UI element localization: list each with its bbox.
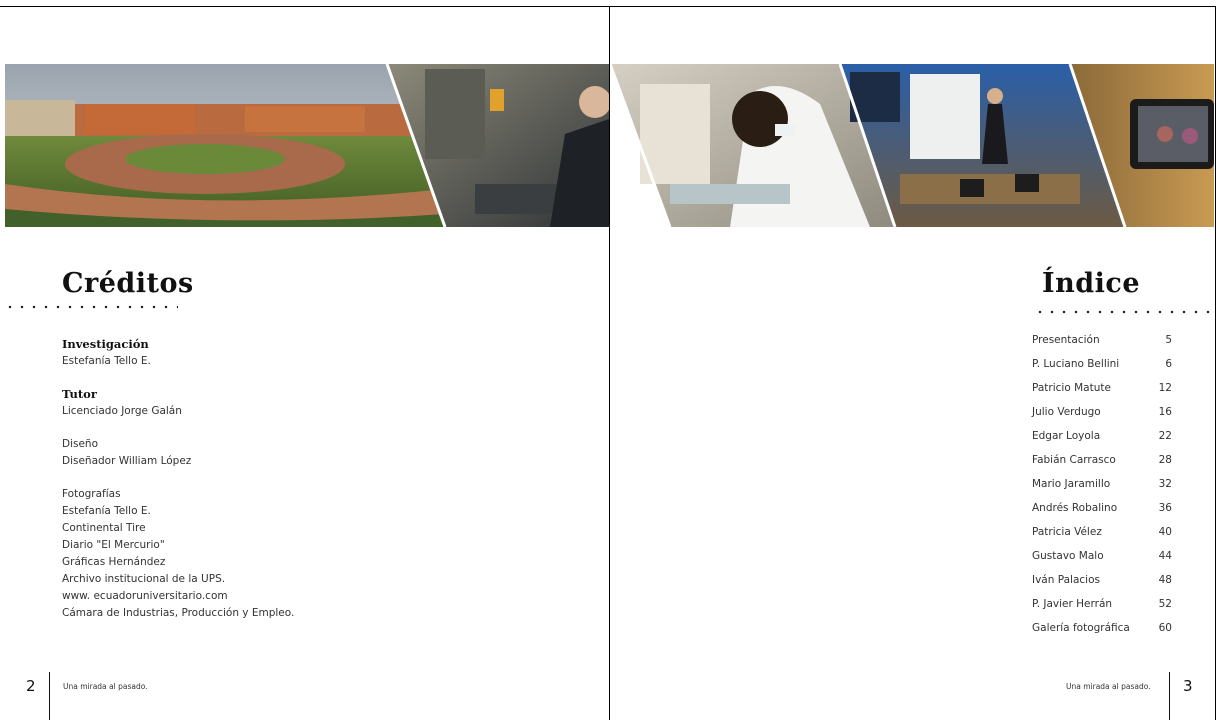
toc-entry-page: 16: [1158, 406, 1172, 418]
credit-title: Diseño: [62, 438, 99, 450]
index-dotted-divider: [1034, 310, 1210, 314]
credit-line: Diseñador William López: [62, 455, 192, 467]
credit-block-tutor: Tutor Licenciado Jorge Galán: [62, 386, 482, 420]
toc-entry-label: P. Javier Herrán: [1032, 598, 1113, 610]
toc-entry-page: 44: [1158, 550, 1172, 562]
toc-entry[interactable]: Fabián Carrasco 28: [1032, 452, 1172, 476]
table-of-contents: Presentación 5 P. Luciano Bellini 6 Patric…: [1032, 332, 1172, 644]
toc-entry-label: Fabián Carrasco: [1032, 454, 1116, 466]
page-number-right: 3: [1183, 677, 1193, 695]
footer-rule-left: [49, 672, 50, 720]
right-photo-banner: [610, 64, 1214, 227]
toc-entry-label: Patricia Vélez: [1032, 526, 1102, 538]
credit-block-photos: Fotografías Estefanía Tello E. Continent…: [62, 486, 482, 622]
book-spread: Créditos Investigación Estefanía Tello E…: [0, 0, 1216, 720]
credit-line: Continental Tire: [62, 522, 146, 534]
toc-entry-page: 5: [1165, 334, 1172, 346]
toc-entry[interactable]: Edgar Loyola 22: [1032, 428, 1172, 452]
credits-dotted-divider: [4, 305, 178, 309]
credit-title: Fotografías: [62, 488, 121, 500]
credits-list: Investigación Estefanía Tello E. Tutor L…: [62, 336, 482, 638]
toc-entry-page: 12: [1158, 382, 1172, 394]
left-photo-banner: [5, 64, 609, 227]
toc-entry-page: 60: [1158, 622, 1172, 634]
toc-entry[interactable]: Patricio Matute 12: [1032, 380, 1172, 404]
toc-entry-page: 36: [1158, 502, 1172, 514]
credit-title: Investigación: [62, 337, 149, 351]
footer-rule-right: [1169, 672, 1170, 720]
toc-entry-label: Presentación: [1032, 334, 1100, 346]
toc-entry[interactable]: P. Luciano Bellini 6: [1032, 356, 1172, 380]
credit-block-research: Investigación Estefanía Tello E.: [62, 336, 482, 370]
credit-line: Licenciado Jorge Galán: [62, 405, 182, 417]
toc-entry-page: 28: [1158, 454, 1172, 466]
toc-entry-page: 22: [1158, 430, 1172, 442]
toc-entry[interactable]: Presentación 5: [1032, 332, 1172, 356]
credits-heading: Créditos: [62, 268, 194, 299]
toc-entry[interactable]: Julio Verdugo 16: [1032, 404, 1172, 428]
toc-entry-label: Patricio Matute: [1032, 382, 1111, 394]
toc-entry-label: Gustavo Malo: [1032, 550, 1104, 562]
toc-entry-page: 40: [1158, 526, 1172, 538]
credit-line: Diario "El Mercurio": [62, 539, 165, 551]
credit-block-design: Diseño Diseñador William López: [62, 436, 482, 470]
page-number-left: 2: [26, 677, 36, 695]
toc-entry[interactable]: Patricia Vélez 40: [1032, 524, 1172, 548]
toc-entry[interactable]: Iván Palacios 48: [1032, 572, 1172, 596]
campus-panorama-photo: [5, 64, 445, 227]
toc-entry-page: 6: [1165, 358, 1172, 370]
toc-entry[interactable]: Andrés Robalino 36: [1032, 500, 1172, 524]
toc-entry-page: 48: [1158, 574, 1172, 586]
toc-entry-label: P. Luciano Bellini: [1032, 358, 1120, 370]
toc-entry-label: Julio Verdugo: [1032, 406, 1101, 418]
toc-entry-page: 52: [1158, 598, 1172, 610]
left-page: Créditos Investigación Estefanía Tello E…: [0, 0, 609, 720]
toc-entry-label: Mario Jaramillo: [1032, 478, 1111, 490]
credit-line: Estefanía Tello E.: [62, 355, 151, 367]
toc-entry-page: 32: [1158, 478, 1172, 490]
toc-entry-label: Iván Palacios: [1032, 574, 1100, 586]
credit-line: Estefanía Tello E.: [62, 505, 151, 517]
footer-text-left: Una mirada al pasado.: [63, 682, 148, 691]
credit-line: Archivo institucional de la UPS.: [62, 573, 226, 585]
toc-entry[interactable]: Gustavo Malo 44: [1032, 548, 1172, 572]
credit-line: Cámara de Industrias, Producción y Emple…: [62, 607, 295, 619]
credit-line: www. ecuadoruniversitario.com: [62, 590, 228, 602]
toc-entry[interactable]: Mario Jaramillo 32: [1032, 476, 1172, 500]
toc-entry[interactable]: Galería fotográfica 60: [1032, 620, 1172, 644]
index-heading: Índice: [1042, 268, 1141, 299]
footer-text-right: Una mirada al pasado.: [1066, 682, 1151, 691]
toc-entry-label: Galería fotográfica: [1032, 622, 1130, 634]
credit-line: Gráficas Hernández: [62, 556, 166, 568]
right-page: Índice Presentación 5 P. Luciano Bellini 6…: [610, 0, 1216, 720]
toc-entry-label: Edgar Loyola: [1032, 430, 1101, 442]
credit-title: Tutor: [62, 387, 97, 401]
toc-entry-label: Andrés Robalino: [1032, 502, 1118, 514]
toc-entry[interactable]: P. Javier Herrán 52: [1032, 596, 1172, 620]
